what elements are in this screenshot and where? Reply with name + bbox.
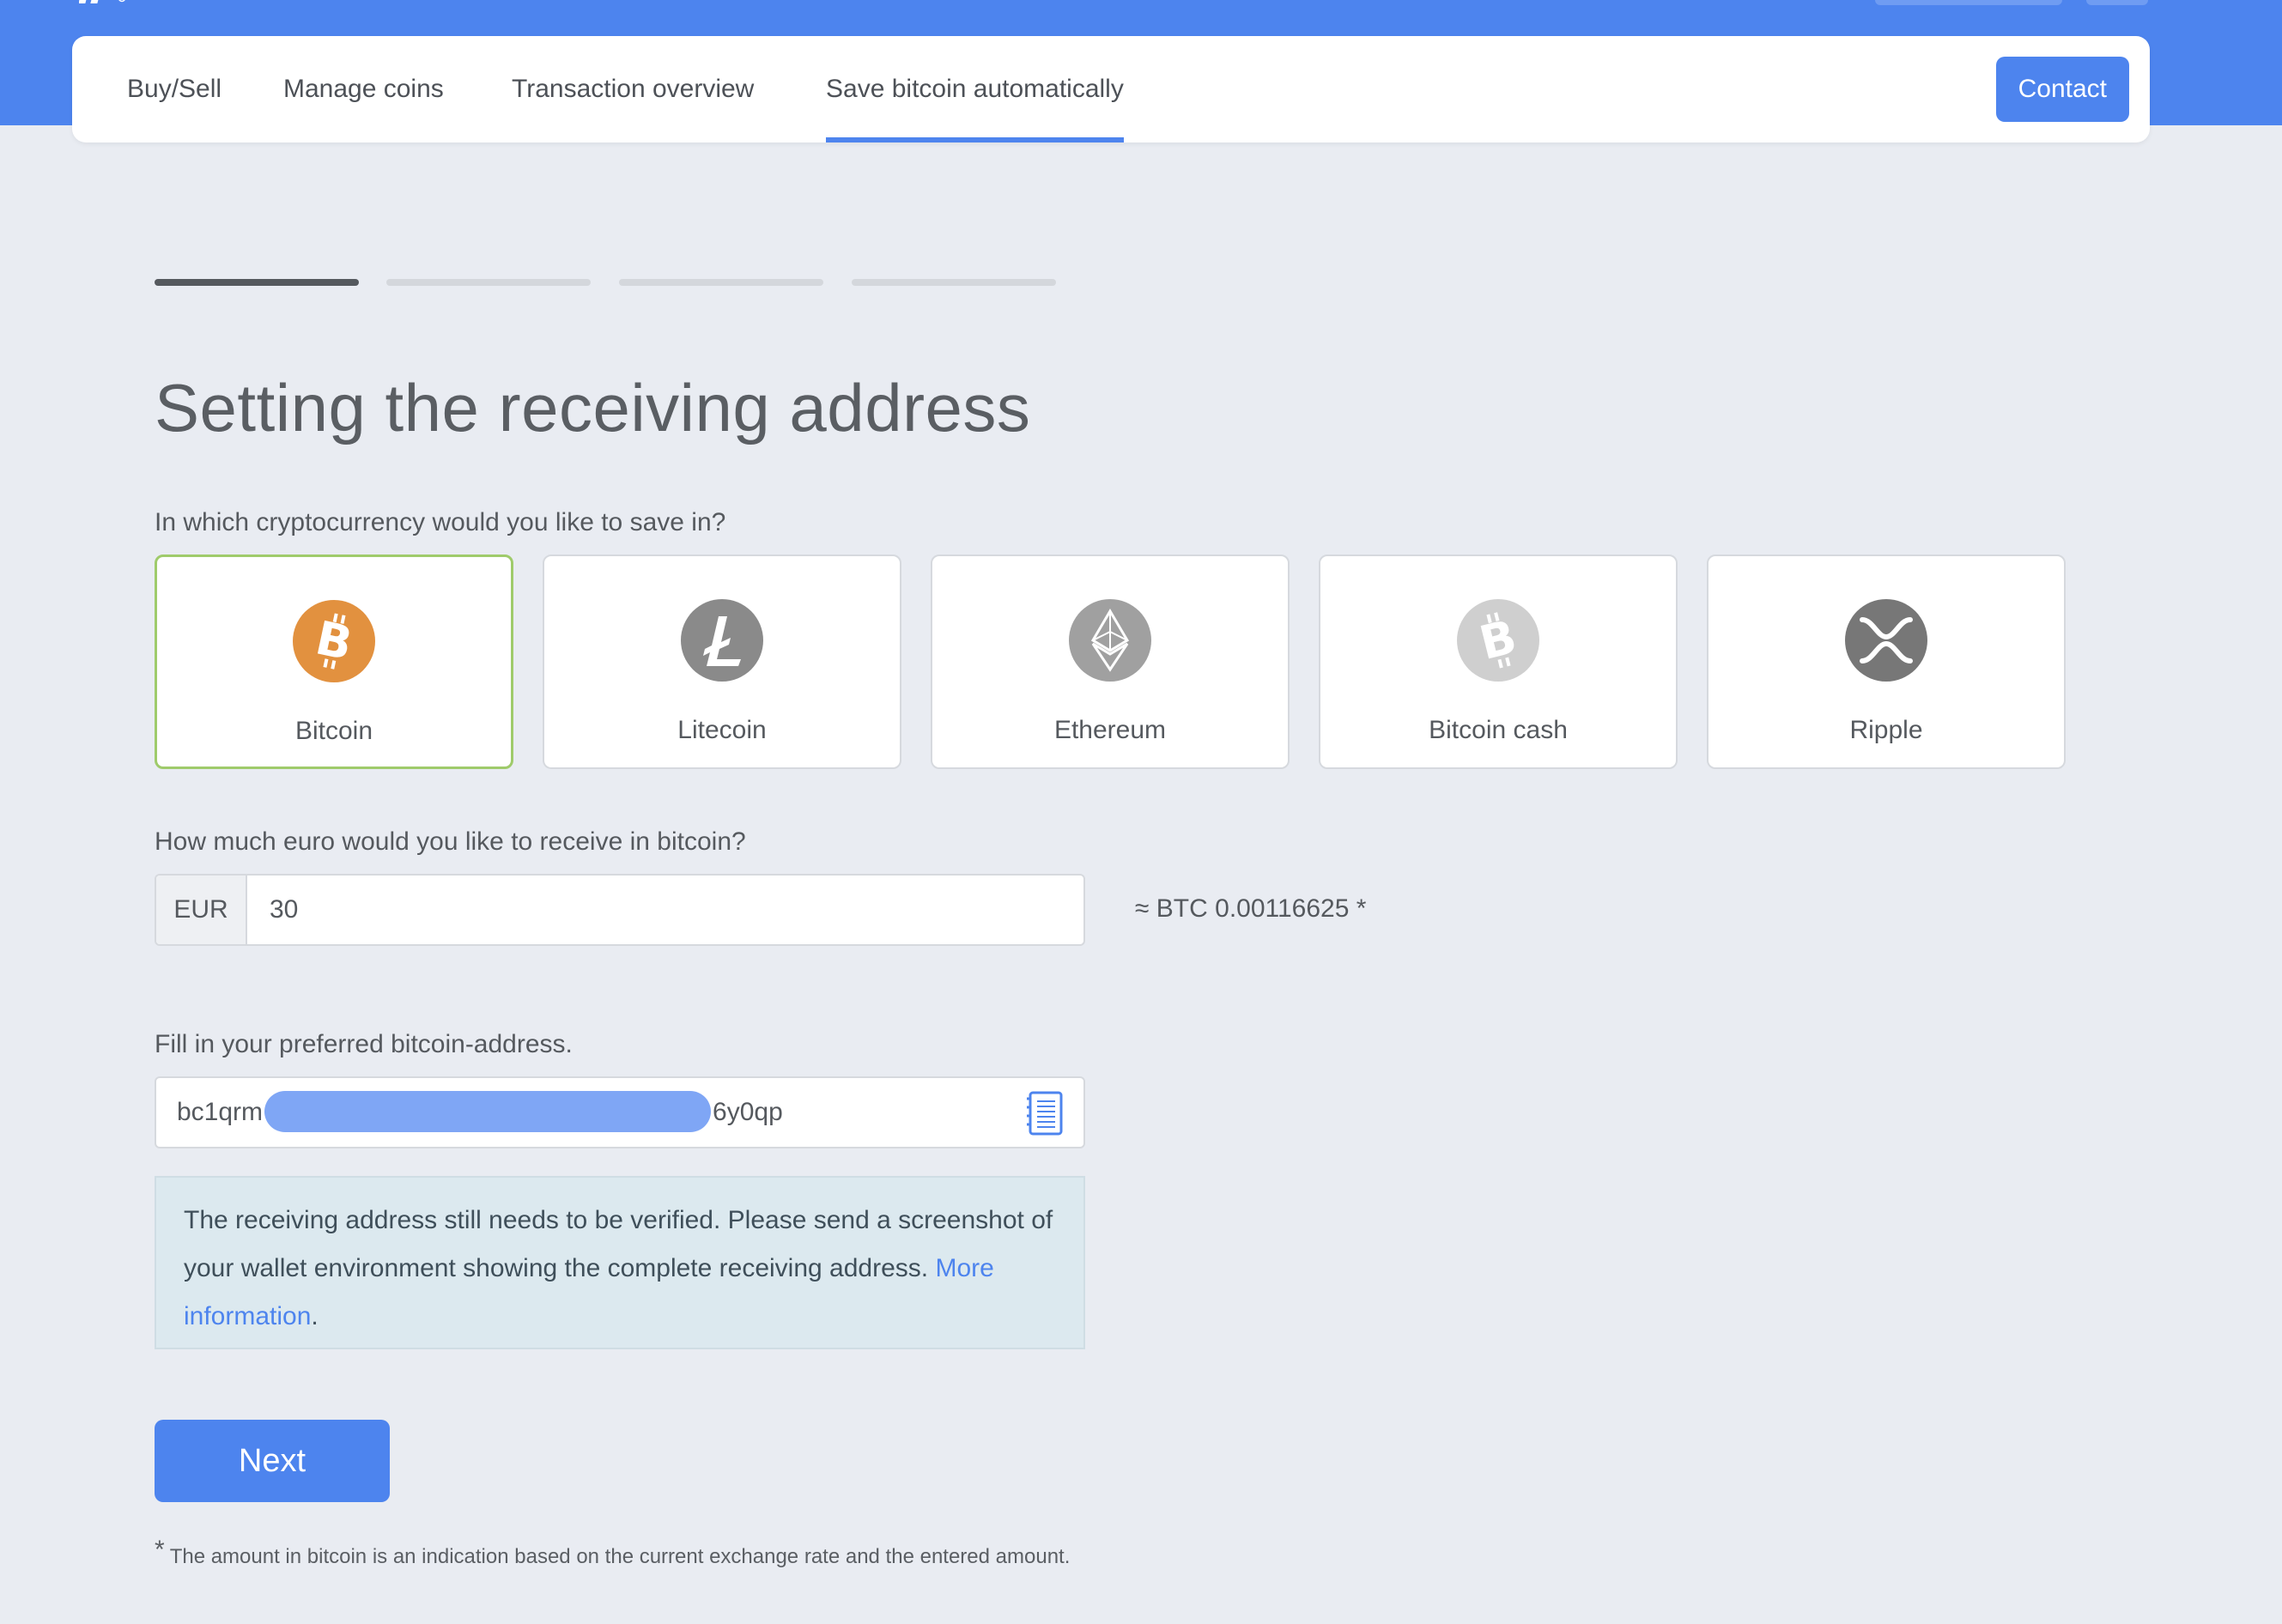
verification-notice: The receiving address still needs to be …: [155, 1176, 1085, 1349]
progress-step-4: [852, 279, 1056, 286]
amount-question: How much euro would you like to receive …: [155, 827, 746, 856]
address-redaction: [264, 1091, 712, 1133]
progress-step-3: [619, 279, 823, 286]
ethereum-icon: [1069, 599, 1151, 682]
coin-name: Ethereum: [1053, 716, 1167, 744]
address-end: 6y0qp: [713, 1098, 783, 1126]
bitcoin-icon: B: [293, 600, 375, 682]
address-question: Fill in your preferred bitcoin-address.: [155, 1030, 573, 1058]
bitcoin-address-input[interactable]: bc1qrm 6y0qp: [155, 1076, 1085, 1148]
address-value: bc1qrm 6y0qp: [177, 1078, 783, 1147]
coin-name: Ripple: [1849, 716, 1923, 744]
address-start: bc1qrm: [177, 1098, 264, 1126]
coin-name: Bitcoin: [294, 717, 373, 745]
header-account-pill[interactable]: [1875, 0, 2062, 5]
amount-input[interactable]: [249, 876, 1083, 944]
currency-prefix: EUR: [156, 876, 247, 944]
notice-end: .: [311, 1302, 319, 1330]
btc-estimate: ≈ BTC 0.00116625 *: [1135, 894, 1367, 923]
footnote: * The amount in bitcoin is an indication …: [155, 1536, 1071, 1570]
litecoin-icon: [681, 599, 763, 682]
progress-step-1: [155, 279, 359, 286]
coin-option-ripple[interactable]: Ripple: [1707, 554, 2066, 769]
address-book-icon[interactable]: [1027, 1090, 1065, 1136]
coin-option-bitcoin[interactable]: B Bitcoin: [155, 554, 513, 769]
contact-button[interactable]: Contact: [1995, 57, 2129, 122]
coin-option-ethereum[interactable]: Ethereum: [931, 554, 1290, 769]
logo-icon: [79, 0, 125, 3]
crypto-question: In which cryptocurrency would you like t…: [155, 508, 726, 536]
notice-text: The receiving address still needs to be …: [184, 1206, 1053, 1282]
next-button[interactable]: Next: [155, 1420, 390, 1502]
bitcoin-cash-icon: B: [1457, 599, 1539, 682]
coin-option-bitcoin-cash[interactable]: B Bitcoin cash: [1319, 554, 1678, 769]
coin-option-litecoin[interactable]: Litecoin: [543, 554, 901, 769]
footnote-text: The amount in bitcoin is an indication b…: [169, 1545, 1071, 1568]
nav-manage-coins[interactable]: Manage coins: [283, 36, 444, 142]
nav-save-bitcoin-automatically[interactable]: Save bitcoin automatically: [826, 36, 1124, 142]
footnote-mark: *: [155, 1536, 165, 1564]
page-title: Setting the receiving address: [155, 370, 1031, 445]
ripple-icon: [1845, 599, 1927, 682]
header-menu-pill[interactable]: [2086, 0, 2148, 5]
main-nav: Buy/Sell Manage coins Transaction overvi…: [72, 36, 2150, 142]
coin-name: Bitcoin cash: [1429, 716, 1568, 744]
nav-buy-sell[interactable]: Buy/Sell: [127, 36, 222, 142]
progress-step-2: [386, 279, 591, 286]
coin-name: Litecoin: [677, 716, 767, 744]
nav-transaction-overview[interactable]: Transaction overview: [512, 36, 754, 142]
amount-input-group: EUR: [155, 874, 1085, 946]
